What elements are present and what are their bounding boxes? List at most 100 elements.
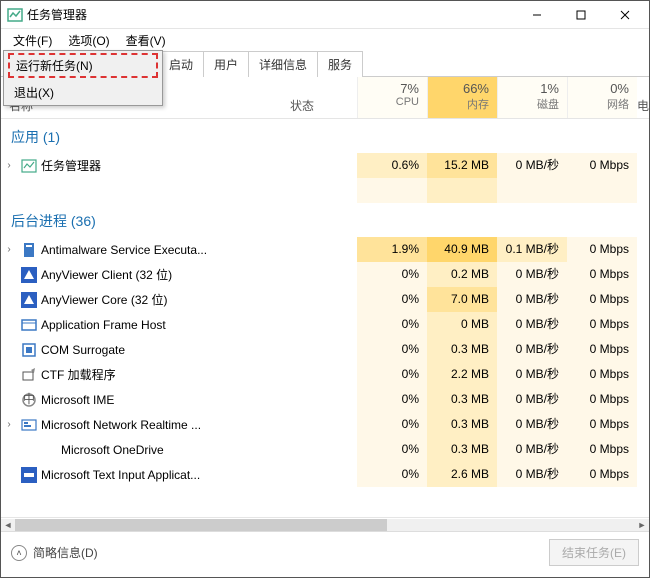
header-cpu-lbl: CPU bbox=[358, 96, 419, 108]
process-row[interactable]: AnyViewer Core (32 位) 0%7.0 MB0 MB/秒0 Mbp… bbox=[1, 287, 649, 312]
process-name: AnyViewer Core (32 位) bbox=[41, 291, 277, 308]
process-name: Microsoft IME bbox=[41, 393, 277, 407]
process-name: COM Surrogate bbox=[41, 343, 277, 357]
tab-users[interactable]: 用户 bbox=[203, 51, 249, 77]
process-icon: 中 bbox=[21, 392, 37, 408]
process-memory: 7.0 MB bbox=[427, 287, 497, 312]
process-row[interactable]: Application Frame Host0%0 MB0 MB/秒0 Mbps bbox=[1, 312, 649, 337]
process-cpu: 1.9% bbox=[357, 237, 427, 262]
process-name: Microsoft Text Input Applicat... bbox=[41, 468, 277, 482]
tab-details[interactable]: 详细信息 bbox=[248, 51, 318, 77]
process-disk: 0 MB/秒 bbox=[497, 337, 567, 362]
process-cpu: 0% bbox=[357, 462, 427, 487]
end-task-button[interactable]: 结束任务(E) bbox=[549, 539, 639, 566]
header-cpu[interactable]: 7% CPU bbox=[357, 77, 427, 118]
close-button[interactable] bbox=[603, 2, 647, 28]
process-row[interactable]: COM Surrogate0%0.3 MB0 MB/秒0 Mbps bbox=[1, 337, 649, 362]
process-network: 0 Mbps bbox=[567, 287, 637, 312]
process-row[interactable]: CTF 加载程序0%2.2 MB0 MB/秒0 Mbps bbox=[1, 362, 649, 387]
process-icon bbox=[21, 442, 37, 458]
process-disk: 0 MB/秒 bbox=[497, 262, 567, 287]
process-icon bbox=[21, 467, 37, 483]
process-name: CTF 加载程序 bbox=[41, 366, 277, 383]
scroll-thumb[interactable] bbox=[15, 519, 387, 531]
process-icon bbox=[21, 317, 37, 333]
header-mem-pct: 66% bbox=[428, 81, 489, 96]
menubar: 文件(F) 选项(O) 查看(V) 运行新任务(N) 退出(X) bbox=[1, 29, 649, 51]
process-network: 0 Mbps bbox=[567, 387, 637, 412]
process-memory: 2.2 MB bbox=[427, 362, 497, 387]
window-title: 任务管理器 bbox=[27, 6, 515, 23]
process-cpu: 0% bbox=[357, 387, 427, 412]
svg-text:中: 中 bbox=[23, 392, 35, 406]
expand-icon[interactable]: › bbox=[1, 160, 17, 171]
process-memory: 0.2 MB bbox=[427, 262, 497, 287]
process-network: 0 Mbps bbox=[567, 153, 637, 178]
process-memory: 0.3 MB bbox=[427, 437, 497, 462]
process-list[interactable]: 应用 (1)›任务管理器0.6%15.2 MB0 MB/秒0 Mbps后台进程 … bbox=[1, 119, 649, 517]
process-icon bbox=[21, 342, 37, 358]
process-disk: 0.1 MB/秒 bbox=[497, 237, 567, 262]
menu-view[interactable]: 查看(V) bbox=[118, 30, 174, 51]
header-mem-lbl: 内存 bbox=[428, 96, 489, 112]
menu-options[interactable]: 选项(O) bbox=[60, 30, 117, 51]
process-memory: 0.3 MB bbox=[427, 337, 497, 362]
maximize-button[interactable] bbox=[559, 2, 603, 28]
menu-file[interactable]: 文件(F) bbox=[5, 30, 60, 51]
scroll-track[interactable] bbox=[15, 519, 635, 531]
process-memory: 2.6 MB bbox=[427, 462, 497, 487]
scroll-left-arrow[interactable]: ◄ bbox=[1, 519, 15, 531]
process-row[interactable]: AnyViewer Client (32 位)0%0.2 MB0 MB/秒0 M… bbox=[1, 262, 649, 287]
process-cpu: 0% bbox=[357, 412, 427, 437]
minimize-button[interactable] bbox=[515, 2, 559, 28]
process-icon bbox=[21, 242, 37, 258]
process-disk: 0 MB/秒 bbox=[497, 362, 567, 387]
process-network: 0 Mbps bbox=[567, 412, 637, 437]
menu-run-new-task[interactable]: 运行新任务(N) bbox=[8, 53, 158, 78]
process-row[interactable]: ›Antimalware Service Executa...1.9%40.9 … bbox=[1, 237, 649, 262]
process-network: 0 Mbps bbox=[567, 437, 637, 462]
scrollbar-horizontal[interactable]: ◄ ► bbox=[1, 517, 649, 531]
process-icon bbox=[21, 292, 37, 308]
process-row[interactable]: ›任务管理器0.6%15.2 MB0 MB/秒0 Mbps bbox=[1, 153, 649, 178]
process-memory: 15.2 MB bbox=[427, 153, 497, 178]
process-name: Microsoft OneDrive bbox=[41, 443, 277, 457]
process-icon bbox=[21, 417, 37, 433]
process-disk: 0 MB/秒 bbox=[497, 287, 567, 312]
process-row[interactable]: 中Microsoft IME0%0.3 MB0 MB/秒0 Mbps bbox=[1, 387, 649, 412]
process-network: 0 Mbps bbox=[567, 462, 637, 487]
header-disk[interactable]: 1% 磁盘 bbox=[497, 77, 567, 118]
group-background[interactable]: 后台进程 (36) bbox=[1, 203, 649, 237]
process-row[interactable]: ›Microsoft Network Realtime ...0%0.3 MB0… bbox=[1, 412, 649, 437]
process-disk: 0 MB/秒 bbox=[497, 462, 567, 487]
menu-exit[interactable]: 退出(X) bbox=[4, 80, 162, 105]
process-name: 任务管理器 bbox=[41, 157, 277, 174]
expand-icon[interactable]: › bbox=[1, 244, 17, 255]
process-icon bbox=[21, 367, 37, 383]
process-network: 0 Mbps bbox=[567, 312, 637, 337]
scroll-right-arrow[interactable]: ► bbox=[635, 519, 649, 531]
process-row[interactable]: Microsoft Text Input Applicat... 0%2.6 MB… bbox=[1, 462, 649, 487]
process-memory: 0.3 MB bbox=[427, 412, 497, 437]
process-cpu: 0% bbox=[357, 312, 427, 337]
process-row[interactable]: Microsoft OneDrive0%0.3 MB0 MB/秒0 Mbps bbox=[1, 437, 649, 462]
fewer-details-button[interactable]: ˄ 简略信息(D) bbox=[11, 544, 98, 561]
header-power[interactable]: 电 bbox=[637, 77, 649, 118]
header-memory[interactable]: 66% 内存 bbox=[427, 77, 497, 118]
header-network[interactable]: 0% 网络 bbox=[567, 77, 637, 118]
window-controls bbox=[515, 2, 647, 28]
tab-startup[interactable]: 启动 bbox=[159, 51, 204, 77]
process-icon bbox=[21, 267, 37, 283]
header-status[interactable]: 状态 bbox=[262, 77, 342, 118]
group-apps[interactable]: 应用 (1) bbox=[1, 119, 649, 153]
process-memory: 40.9 MB bbox=[427, 237, 497, 262]
header-net-pct: 0% bbox=[568, 81, 629, 96]
process-disk: 0 MB/秒 bbox=[497, 412, 567, 437]
process-cpu: 0% bbox=[357, 262, 427, 287]
tab-services[interactable]: 服务 bbox=[317, 51, 363, 77]
process-disk: 0 MB/秒 bbox=[497, 387, 567, 412]
expand-icon[interactable]: › bbox=[1, 419, 17, 430]
process-cpu: 0% bbox=[357, 287, 427, 312]
process-name: Microsoft Network Realtime ... bbox=[41, 418, 277, 432]
process-name: AnyViewer Client (32 位) bbox=[41, 266, 277, 283]
